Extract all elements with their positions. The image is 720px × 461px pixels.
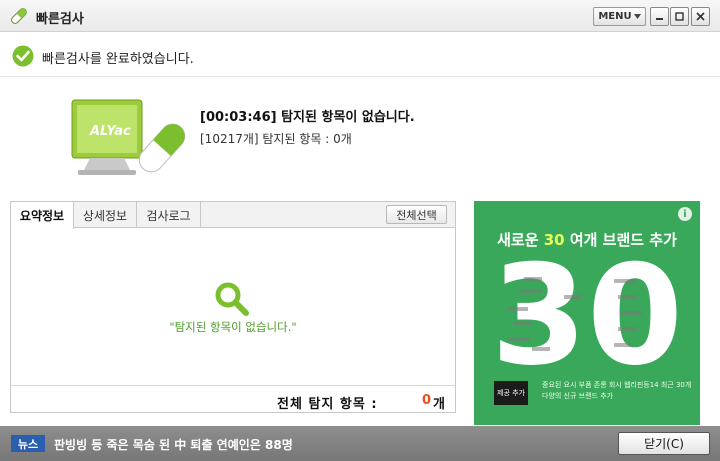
tab-summary[interactable]: 요약정보 — [11, 202, 74, 229]
close-button[interactable]: 닫기(C) — [618, 432, 710, 455]
ad-title-prefix: 새로운 — [497, 231, 544, 249]
ad-big-number-text: 30 — [494, 255, 680, 373]
logo-text: ALYac — [89, 124, 131, 139]
ad-badge: 제공 추가 — [494, 381, 528, 405]
alyac-logo: ALYac — [71, 99, 186, 175]
news-headline-link[interactable]: 판빙빙 등 죽은 목숨 된 中 퇴출 연예인은 88명 — [54, 436, 293, 453]
close-icon — [696, 12, 705, 21]
menu-button[interactable]: MENU — [593, 7, 646, 26]
window-title: 빠른검사 — [36, 12, 84, 27]
result-title: [00:03:46] 탐지된 항목이 없습니다. — [200, 110, 415, 125]
empty-message: "탐지된 항목이 없습니다." — [169, 320, 297, 334]
bottom-bar: 뉴스 판빙빙 등 죽은 목숨 된 中 퇴출 연예인은 88명 닫기(C) — [0, 426, 720, 461]
minimize-icon — [656, 18, 663, 20]
ad-title-number: 30 — [543, 231, 565, 249]
result-subtitle: [10217개] 탐지된 항목 : 0개 — [200, 132, 352, 146]
tab-details[interactable]: 상세정보 — [74, 202, 137, 228]
title-bar: 빠른검사 MENU — [0, 0, 720, 32]
status-bar: 빠른검사를 완료하였습니다. — [0, 33, 720, 77]
maximize-button[interactable] — [670, 7, 689, 26]
ad-big-number: 30 — [494, 255, 680, 373]
total-row: 전체 탐지 항목 : 0 개 — [11, 385, 455, 413]
ad-title-suffix: 여개 브랜드 추가 — [564, 231, 677, 249]
tab-scan-log[interactable]: 검사로그 — [137, 202, 201, 228]
select-all-button[interactable]: 전체선택 — [386, 205, 447, 224]
ad-footer: 제공 추가 중요된 요시 부품 존롱 회시 웹리핀등14 최근 30개 다양의 … — [474, 373, 700, 425]
check-circle-icon — [12, 45, 34, 67]
minimize-button[interactable] — [650, 7, 669, 26]
maximize-icon — [675, 12, 684, 21]
total-unit: 개 — [433, 397, 445, 412]
total-count: 0 — [422, 393, 432, 408]
total-label: 전체 탐지 항목 : — [277, 397, 378, 412]
menu-label: MENU — [598, 11, 632, 22]
result-panel: 요약정보 상세정보 검사로그 전체선택 "탐지된 항목이 없습니다." 전체 탐… — [10, 201, 456, 413]
ad-body-text: 중요된 요시 부품 존롱 회시 웹리핀등14 최근 30개 다양의 신규 브랜드… — [542, 381, 692, 400]
info-icon[interactable]: i — [678, 207, 692, 221]
tab-bar: 요약정보 상세정보 검사로그 전체선택 — [11, 202, 455, 229]
ad-title: 새로운 30 여개 브랜드 추가 — [474, 229, 700, 250]
advertisement-banner[interactable]: i 새로운 30 여개 브랜드 추가 30 제공 추가 중요된 요시 부품 존롱… — [474, 201, 700, 425]
news-badge: 뉴스 — [11, 435, 45, 452]
search-icon — [215, 282, 249, 316]
pill-icon — [11, 8, 27, 24]
status-message: 빠른검사를 완료하였습니다. — [42, 52, 194, 67]
chevron-down-icon — [633, 14, 641, 19]
close-window-button[interactable] — [691, 7, 710, 26]
